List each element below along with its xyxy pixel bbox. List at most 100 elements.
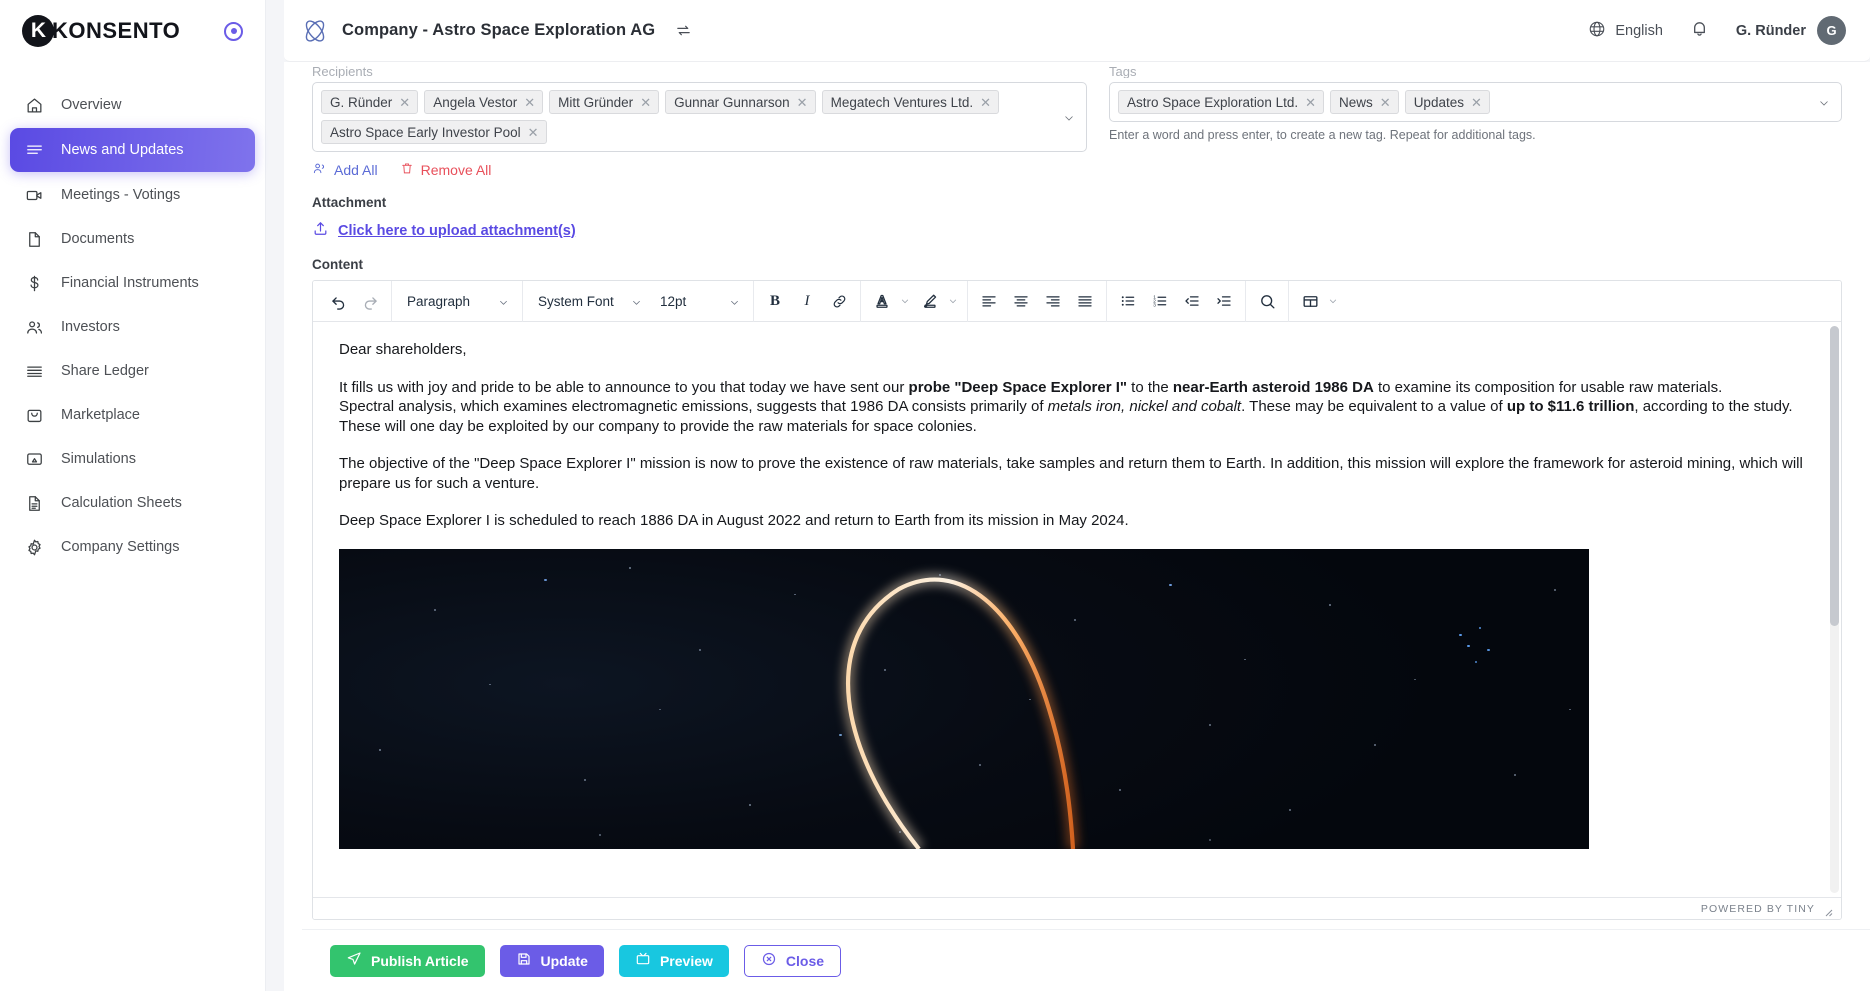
- search-group: [1246, 281, 1288, 322]
- article-editor-card: Recipients G. Ründer ✕ Angela Vestor ✕: [284, 62, 1870, 991]
- editor-scrollbar[interactable]: [1830, 326, 1839, 893]
- chip-recipient[interactable]: Gunnar Gunnarson ✕: [665, 90, 815, 114]
- sidebar-item-overview[interactable]: Overview: [10, 84, 255, 126]
- italic-button[interactable]: I: [792, 287, 822, 316]
- align-justify-icon[interactable]: [1070, 287, 1100, 316]
- attachment-label: Attachment: [312, 195, 1842, 210]
- recipients-multiselect[interactable]: G. Ründer ✕ Angela Vestor ✕ Mitt Gründer…: [312, 82, 1087, 152]
- update-button[interactable]: Update: [500, 945, 604, 977]
- highlight-control[interactable]: [915, 287, 961, 316]
- sidebar-item-share-ledger[interactable]: Share Ledger: [10, 350, 255, 392]
- chevron-down-icon[interactable]: [1063, 111, 1075, 123]
- chip-remove-icon[interactable]: ✕: [1380, 96, 1391, 109]
- target-icon[interactable]: [224, 22, 243, 41]
- align-left-icon[interactable]: [974, 287, 1004, 316]
- close-button[interactable]: Close: [744, 945, 841, 977]
- chip-remove-icon[interactable]: ✕: [528, 126, 539, 139]
- text-color-control[interactable]: [867, 287, 913, 316]
- redo-arrow-icon[interactable]: [355, 287, 385, 316]
- text-run-bold: up to $11.6 trillion: [1507, 398, 1635, 415]
- align-center-icon[interactable]: [1006, 287, 1036, 316]
- sidebar-item-documents[interactable]: Documents: [10, 218, 255, 260]
- tags-multiselect[interactable]: Astro Space Exploration Ltd. ✕ News ✕ Up…: [1109, 82, 1842, 122]
- sidebar-item-investors[interactable]: Investors: [10, 306, 255, 348]
- font-size-select[interactable]: 12pt: [651, 287, 747, 316]
- upload-attachment-button[interactable]: Click here to upload attachment(s): [312, 220, 1842, 241]
- chip-remove-icon[interactable]: ✕: [1305, 96, 1316, 109]
- brand: K KONSENTO: [0, 0, 265, 62]
- sidebar-item-financial-instruments[interactable]: Financial Instruments: [10, 262, 255, 304]
- chip-remove-icon[interactable]: ✕: [1471, 96, 1482, 109]
- paragraph-schedule: Deep Space Explorer I is scheduled to re…: [339, 511, 1815, 531]
- numbered-list-icon[interactable]: 123: [1145, 287, 1175, 316]
- sidebar-item-label: Investors: [61, 319, 120, 335]
- chip-tag[interactable]: Updates ✕: [1405, 90, 1490, 114]
- font-family-select[interactable]: System Font: [529, 287, 649, 316]
- add-all-button[interactable]: Add All: [312, 161, 378, 179]
- upload-label: Click here to upload attachment(s): [338, 223, 576, 239]
- preview-button[interactable]: Preview: [619, 945, 729, 977]
- chevron-down-icon[interactable]: [945, 287, 961, 316]
- chip-recipient[interactable]: G. Ründer ✕: [321, 90, 418, 114]
- bold-button[interactable]: B: [760, 287, 790, 316]
- recipients-tags-row: Recipients G. Ründer ✕ Angela Vestor ✕: [312, 62, 1842, 179]
- outdent-icon[interactable]: [1177, 287, 1207, 316]
- language-selector[interactable]: English: [1588, 20, 1663, 42]
- chip-tag[interactable]: Astro Space Exploration Ltd. ✕: [1118, 90, 1324, 114]
- bold-label: B: [770, 293, 780, 310]
- chevron-down-icon: [498, 296, 509, 307]
- sidebar-item-marketplace[interactable]: Marketplace: [10, 394, 255, 436]
- undo-arrow-icon[interactable]: [323, 287, 353, 316]
- chip-label: Mitt Gründer: [558, 95, 633, 110]
- table-control[interactable]: [1295, 287, 1341, 316]
- chip-remove-icon[interactable]: ✕: [399, 96, 410, 109]
- sidebar-item-news-and-updates[interactable]: News and Updates: [10, 128, 255, 172]
- chip-remove-icon[interactable]: ✕: [797, 96, 808, 109]
- chip-remove-icon[interactable]: ✕: [640, 96, 651, 109]
- topbar-right: English G. Ründer G: [1588, 16, 1846, 45]
- company-switcher[interactable]: Company - Astro Space Exploration AG: [300, 16, 692, 46]
- bell-icon[interactable]: [1689, 18, 1710, 44]
- paragraph-greeting: Dear shareholders,: [339, 340, 1815, 360]
- sidebar-item-simulations[interactable]: Simulations: [10, 438, 255, 480]
- block-format-select[interactable]: Paragraph: [398, 287, 516, 316]
- chip-remove-icon[interactable]: ✕: [524, 96, 535, 109]
- publish-article-button[interactable]: Publish Article: [330, 945, 485, 977]
- chip-recipient[interactable]: Megatech Ventures Ltd. ✕: [822, 90, 1000, 114]
- indent-icon[interactable]: [1209, 287, 1239, 316]
- form: Recipients G. Ründer ✕ Angela Vestor ✕: [284, 62, 1870, 920]
- swap-arrows-icon[interactable]: [675, 22, 692, 39]
- monitor-chart-icon: [24, 449, 45, 470]
- user-menu[interactable]: G. Ründer G: [1736, 16, 1846, 45]
- bullet-list-icon[interactable]: [1113, 287, 1143, 316]
- table-icon[interactable]: [1295, 287, 1325, 316]
- chevron-down-icon[interactable]: [1325, 287, 1341, 316]
- rocket-launch-night-sky-image[interactable]: [339, 549, 1589, 849]
- chip-recipient[interactable]: Mitt Gründer ✕: [549, 90, 659, 114]
- sidebar-item-label: Company Settings: [61, 539, 179, 555]
- home-icon: [24, 95, 45, 116]
- chip-recipient[interactable]: Angela Vestor ✕: [424, 90, 543, 114]
- sidebar-item-meetings-votings[interactable]: Meetings - Votings: [10, 174, 255, 216]
- chip-tag[interactable]: News ✕: [1330, 90, 1399, 114]
- scrollbar-thumb[interactable]: [1830, 326, 1839, 626]
- sidebar-item-calculation-sheets[interactable]: Calculation Sheets: [10, 482, 255, 524]
- add-all-label: Add All: [334, 162, 378, 178]
- search-icon[interactable]: [1252, 287, 1282, 316]
- link-chain-icon[interactable]: [824, 287, 854, 316]
- resize-grip-icon[interactable]: [1823, 904, 1833, 914]
- chevron-down-icon[interactable]: [897, 287, 913, 316]
- editor-content-area[interactable]: Dear shareholders, It fills us with joy …: [313, 322, 1841, 897]
- sidebar-item-label: Share Ledger: [61, 363, 149, 379]
- paper-plane-icon: [346, 951, 362, 970]
- remove-all-button[interactable]: Remove All: [400, 161, 492, 179]
- page-title: Company - Astro Space Exploration AG: [342, 21, 655, 40]
- chip-recipient[interactable]: Astro Space Early Investor Pool ✕: [321, 120, 547, 144]
- chip-remove-icon[interactable]: ✕: [980, 96, 991, 109]
- sidebar-item-company-settings[interactable]: Company Settings: [10, 526, 255, 568]
- highlight-pen-icon[interactable]: [915, 287, 945, 316]
- chevron-down-icon[interactable]: [1818, 96, 1830, 108]
- align-right-icon[interactable]: [1038, 287, 1068, 316]
- text-color-a-icon[interactable]: [867, 287, 897, 316]
- user-name: G. Ründer: [1736, 23, 1806, 39]
